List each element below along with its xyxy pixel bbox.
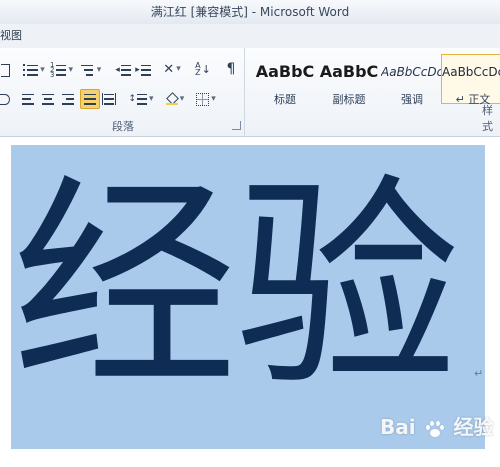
tab-view[interactable]: 视图 [0,24,22,48]
bullets-button[interactable]: ▾ [22,61,46,79]
baidu-watermark: Bai 经验 [380,411,494,440]
chevron-down-icon: ▾ [176,64,181,74]
window-title: 满江红 [兼容模式] - Microsoft Word [150,5,350,19]
chevron-down-icon: ▾ [40,65,45,75]
chevron-down-icon: ▾ [68,65,73,75]
multilevel-list-icon [80,64,95,76]
borders-icon [196,92,210,106]
numbering-button[interactable]: 123 ▾ [49,61,74,79]
paw-icon [425,420,445,438]
partial-format-icon-2[interactable] [0,90,10,108]
shading-icon [165,92,179,105]
chevron-down-icon: ▾ [96,65,102,75]
pilcrow-icon: ¶ [226,61,236,77]
align-right-button[interactable] [60,90,76,108]
styles-group: AaBbC 标题 AaBbC 副标题 AaBbCcDc 强调 AaBbCcDc … [245,48,500,136]
paragraph-mark: ↵ [474,367,484,380]
shading-button[interactable]: ▾ [163,90,187,108]
style-subtitle-label: 副标题 [332,93,366,106]
document-text[interactable]: 经验 [12,175,460,400]
increase-indent-button[interactable]: ▸ [134,61,152,79]
style-emphasis-sample: AaBbCcDc [381,65,443,79]
align-center-icon [42,93,54,105]
paragraph-group: ▾ 123 ▾ ▾ ◂ ▸ ✕ ▾ A Z ↓ ¶ ↕ ▾ ▾ ▾ 段落 [0,48,245,136]
menu-bar: 视图 [0,24,500,49]
style-heading-label: 标题 [274,93,296,106]
center-button[interactable] [40,90,56,108]
chevron-down-icon: ▾ [211,94,216,104]
word-window: 满江红 [兼容模式] - Microsoft Word 视图 ▾ 1 2 3 ▾… [0,0,500,467]
increase-indent-icon [140,64,151,76]
ribbon: ▾ 123 ▾ ▾ ◂ ▸ ✕ ▾ A Z ↓ ¶ ↕ ▾ ▾ ▾ 段落 AaB… [0,48,500,137]
show-marks-button[interactable]: ¶ [224,60,238,78]
partial-format-icon[interactable] [0,61,10,79]
style-heading-sample: AaBbC [255,63,315,81]
chevron-down-icon: ▾ [149,94,154,104]
align-left-icon [22,93,34,105]
style-normal[interactable]: AaBbCcDc ↵ 正文 [441,54,500,106]
style-normal-sample: AaBbCcDc [442,65,500,79]
distributed-button[interactable] [101,90,117,108]
style-subtitle-sample: AaBbC [319,63,379,81]
chevron-down-icon: ▾ [179,94,185,104]
style-heading[interactable]: AaBbC 标题 [253,54,317,106]
styles-group-label: 样式 [482,104,493,133]
justify-icon [84,93,96,105]
borders-button[interactable]: ▾ [194,90,218,108]
watermark-suffix: 经验 [453,415,494,439]
multilevel-list-button[interactable]: ▾ [78,61,104,79]
style-emphasis-label: 强调 [401,93,423,106]
align-left-button[interactable] [20,90,36,108]
line-spacing-button[interactable]: ↕ ▾ [128,90,154,108]
decrease-indent-icon [120,64,131,76]
sort-icon: AZ [195,61,201,77]
style-emphasis[interactable]: AaBbCcDc 强调 [380,54,444,106]
align-right-icon [62,93,74,105]
justify-button[interactable] [80,89,100,109]
chinese-layout-icon: ✕ [163,61,175,77]
chinese-layout-button[interactable]: ✕ ▾ [160,60,184,78]
line-spacing-icon [137,93,148,105]
paragraph-group-label: 段落 [112,120,134,133]
sort-button[interactable]: AZ ↓ [194,60,212,78]
distributed-icon [104,93,114,105]
watermark-prefix: Bai [380,415,416,439]
title-bar: 满江红 [兼容模式] - Microsoft Word [0,0,500,24]
decrease-indent-button[interactable]: ◂ [114,61,132,79]
style-subtitle[interactable]: AaBbC 副标题 [317,54,381,106]
numbering-icon [56,64,67,76]
bullets-icon [27,64,39,76]
paragraph-dialog-launcher-icon[interactable] [232,121,241,130]
